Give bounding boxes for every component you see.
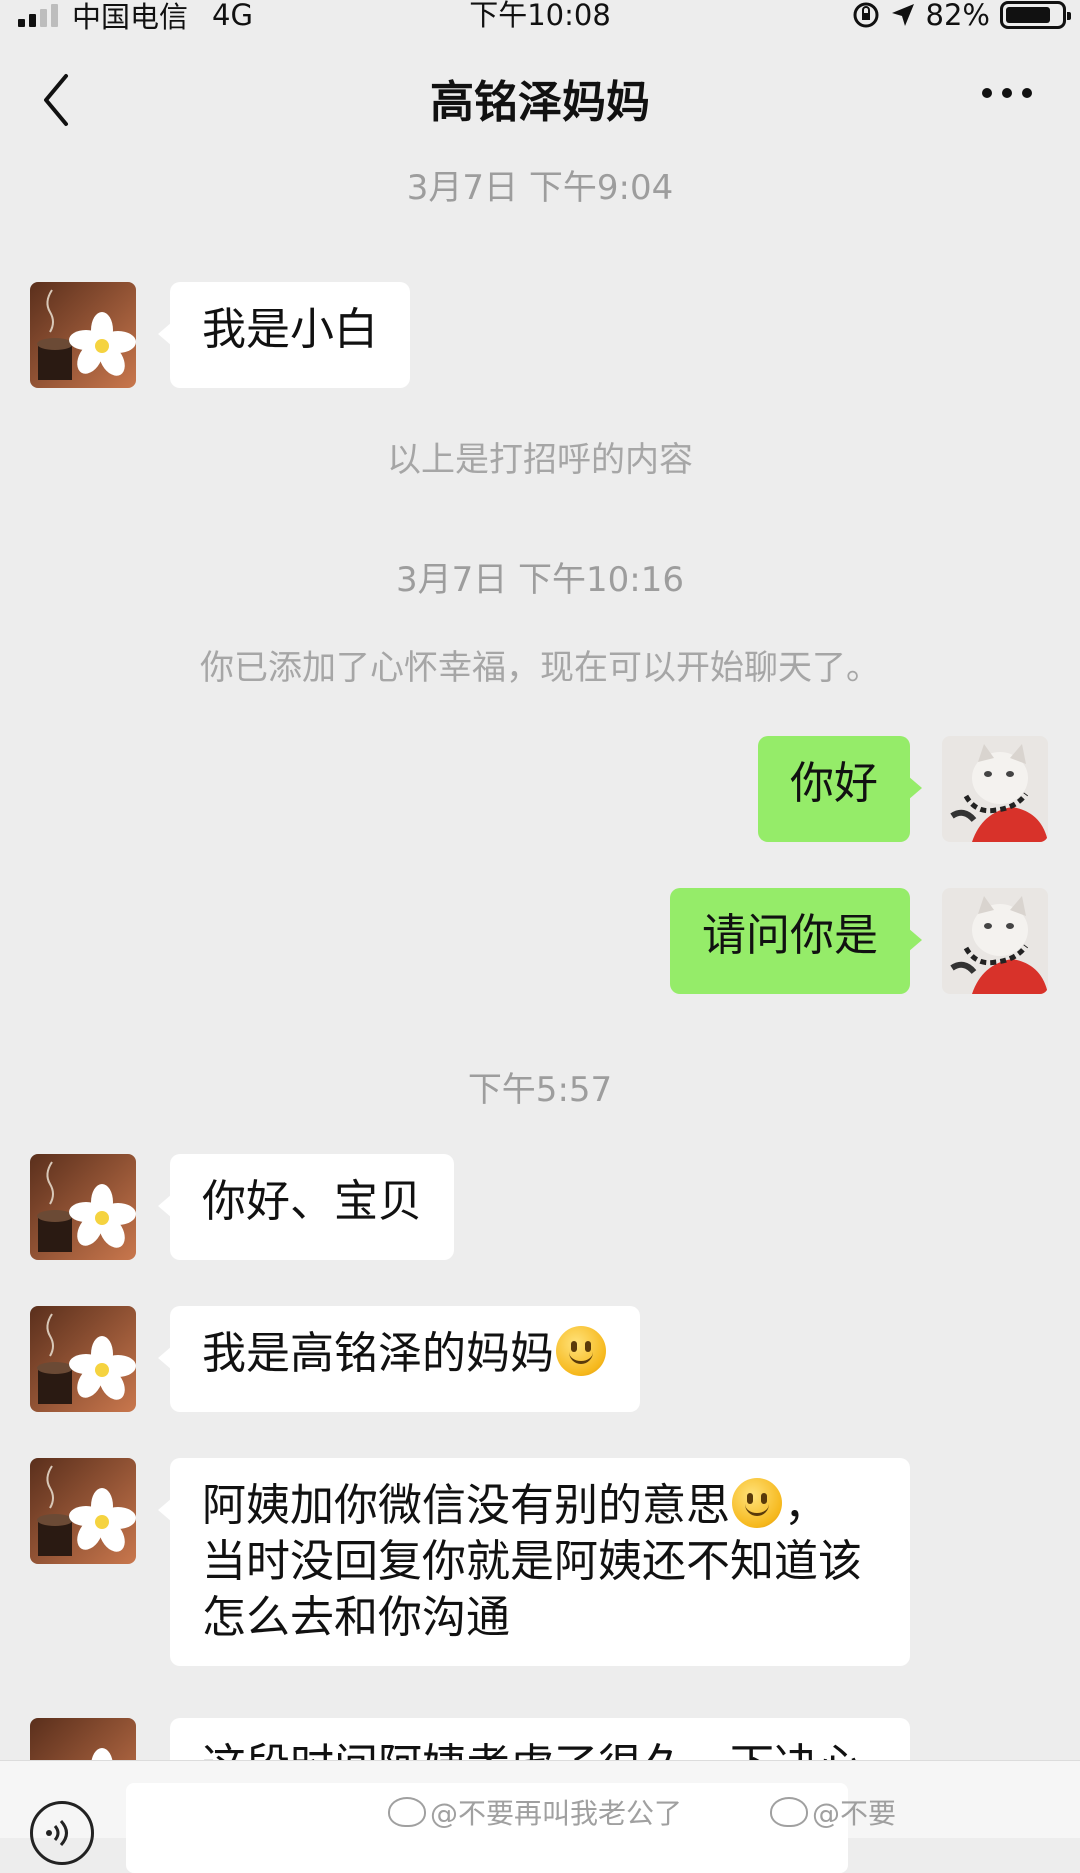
contact-avatar[interactable] bbox=[30, 1458, 136, 1564]
message-bubble-incoming[interactable]: 我是高铭泽的妈妈 bbox=[158, 1306, 640, 1412]
message-bubble-outgoing[interactable]: 你好 bbox=[758, 736, 922, 842]
voice-icon[interactable] bbox=[30, 1801, 94, 1865]
battery-icon bbox=[1000, 1, 1071, 29]
rotation-lock-icon bbox=[853, 2, 879, 28]
status-right: 82% bbox=[852, 0, 1071, 32]
message-line: 阿姨加你微信没有别的意思， bbox=[202, 1478, 828, 1531]
message-text: 我是高铭泽的妈妈 bbox=[202, 1328, 554, 1379]
message-line: 怎么去和你沟通 bbox=[202, 1592, 510, 1643]
message-bubble-incoming[interactable]: 你好、宝贝 bbox=[158, 1154, 454, 1260]
greeting-note: 以上是打招呼的内容 bbox=[387, 440, 693, 480]
watermark: @不要再叫我老公了 bbox=[388, 1792, 682, 1832]
user-avatar[interactable] bbox=[942, 888, 1048, 994]
time-separator: 3月7日 下午9:04 bbox=[406, 168, 674, 208]
contact-avatar[interactable] bbox=[30, 1306, 136, 1412]
smile-emoji-icon bbox=[732, 1478, 782, 1528]
friend-added-note: 你已添加了心怀幸福，现在可以开始聊天了。 bbox=[200, 648, 880, 688]
status-bar: 中国电信 4G 下午10:08 82% bbox=[0, 0, 1080, 34]
chat-header: 高铭泽妈妈 bbox=[0, 30, 1080, 160]
contact-avatar[interactable] bbox=[30, 1154, 136, 1260]
battery-percent: 82% bbox=[925, 0, 990, 32]
message-bubble-incoming[interactable]: 阿姨加你微信没有别的意思， 当时没回复你就是阿姨还不知道该 怎么去和你沟通 bbox=[158, 1458, 910, 1666]
weibo-icon bbox=[388, 1797, 426, 1827]
smile-emoji-icon bbox=[556, 1326, 606, 1376]
time-separator: 下午5:57 bbox=[467, 1070, 613, 1110]
watermark: @不要 bbox=[770, 1792, 896, 1832]
weibo-icon bbox=[770, 1797, 808, 1827]
user-avatar[interactable] bbox=[942, 736, 1048, 842]
time-separator: 3月7日 下午10:16 bbox=[395, 560, 685, 600]
chat-title: 高铭泽妈妈 bbox=[430, 77, 650, 128]
message-bubble-incoming[interactable]: 我是小白 bbox=[158, 282, 410, 388]
message-bubble-outgoing[interactable]: 请问你是 bbox=[670, 888, 922, 994]
message-line: 当时没回复你就是阿姨还不知道该 bbox=[202, 1536, 862, 1587]
more-dots-icon[interactable] bbox=[982, 88, 1032, 98]
contact-avatar[interactable] bbox=[30, 282, 136, 388]
location-arrow-icon bbox=[891, 4, 914, 26]
